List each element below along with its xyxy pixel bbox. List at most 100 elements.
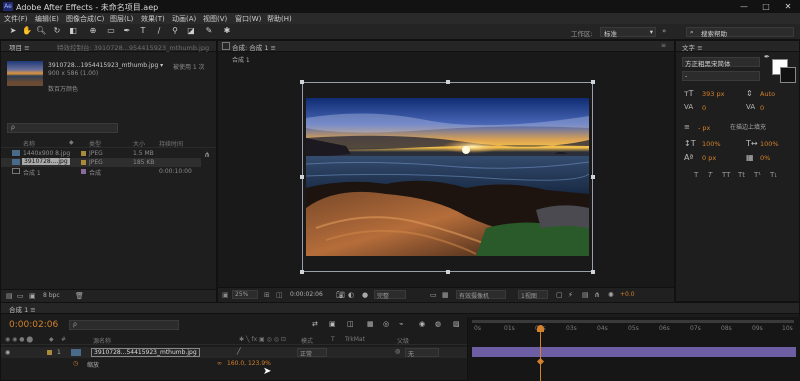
new-folder-icon[interactable]: ▭ (17, 292, 24, 300)
auto-keyframe-icon[interactable]: ◍ (435, 320, 441, 328)
panel-menu-icon[interactable]: ≡ (661, 42, 666, 49)
col-mode[interactable]: 模式 (301, 336, 313, 345)
small-caps-icon[interactable]: Tt (738, 171, 745, 179)
col-duration[interactable]: 持续时间 (159, 139, 183, 148)
subscript-icon[interactable]: T₁ (770, 171, 777, 179)
tsume-value[interactable]: 0% (760, 154, 770, 162)
col-trkmat[interactable]: TrkMat (345, 336, 365, 343)
pen-tool-icon[interactable]: ✒ (122, 26, 132, 36)
label-tag-icon[interactable]: ◆ (69, 139, 74, 146)
pan-behind-tool-icon[interactable]: ⊕ (88, 26, 98, 36)
tab-timeline-comp[interactable]: 合成 1 ≡ (9, 304, 36, 314)
transform-handle[interactable] (300, 270, 304, 274)
pickwhip-icon[interactable]: ◎ (395, 348, 400, 355)
clone-tool-icon[interactable]: ⚲ (170, 26, 180, 36)
project-item[interactable]: 1440x900 8.jpg JPEG 1.5 MB (1, 149, 201, 158)
menu-edit[interactable]: 编辑(E) (35, 14, 59, 24)
current-time-indicator[interactable] (540, 325, 541, 381)
hide-shy-layers-icon[interactable]: ◫ (347, 320, 354, 328)
kerning-value[interactable]: 0 (702, 104, 706, 112)
transform-handle[interactable] (591, 175, 595, 179)
toggle-pixel-aspect-icon[interactable]: ▢ (556, 291, 563, 299)
graph-icon[interactable]: ▨ (453, 320, 460, 328)
mask-visibility-icon[interactable]: ◫ (276, 291, 283, 299)
exposure-reset-icon[interactable]: ✺ (608, 291, 614, 299)
transform-handle[interactable] (591, 80, 595, 84)
composition-breadcrumb[interactable]: 合成 1 (232, 55, 250, 64)
workspace-select[interactable]: 标准 ▾ (600, 27, 656, 38)
fast-previews-icon[interactable]: ⚡ (568, 291, 573, 299)
constrain-proportions-icon[interactable]: ∞ (217, 360, 222, 367)
transform-handle[interactable] (591, 270, 595, 274)
col-source-name[interactable]: 源名称 (93, 336, 111, 345)
leading-value[interactable]: Auto (760, 90, 775, 98)
timeline-graph-area[interactable]: 0s 01s 02s 03s 04s 05s 06s 07s 08s 09s 1… (467, 317, 800, 381)
keyframe-icon[interactable] (536, 357, 545, 366)
faux-bold-icon[interactable]: T (694, 171, 698, 179)
viewer-timecode[interactable]: 0:00:02:06 (290, 291, 323, 298)
flowchart-icon[interactable]: ⋔ (204, 151, 210, 159)
menu-window[interactable]: 窗口(W) (235, 14, 261, 24)
selection-tool-icon[interactable]: ➤ (8, 26, 18, 36)
bit-depth[interactable]: 8 bpc (43, 292, 60, 299)
superscript-icon[interactable]: T¹ (754, 171, 761, 179)
eraser-tool-icon[interactable]: ◪ (186, 26, 196, 36)
faux-italic-icon[interactable]: T (708, 171, 712, 179)
graph-editor-icon[interactable]: ⌁ (399, 320, 403, 328)
menu-layer[interactable]: 图层(L) (110, 14, 133, 24)
timeline-timecode[interactable]: 0:00:02:06 (9, 320, 58, 330)
camera-select[interactable]: 有效摄像机 (456, 290, 506, 300)
stroke-mode-select[interactable]: 在描边上填充 (728, 122, 794, 132)
stopwatch-icon[interactable]: ◷ (73, 360, 78, 367)
minimize-button[interactable]: — (733, 0, 755, 13)
views-select[interactable]: 1视图 (518, 290, 548, 300)
help-search-input[interactable]: ⌕ 搜索帮助 (686, 27, 794, 38)
expand-icon[interactable]: » (662, 27, 670, 35)
horizontal-scale-value[interactable]: 100% (760, 140, 779, 148)
transform-handle[interactable] (446, 270, 450, 274)
timeline-search-input[interactable]: ρ (69, 320, 179, 330)
quality-switch-icon[interactable]: ╱ (237, 348, 241, 355)
rotate-tool-icon[interactable]: ↻ (52, 26, 62, 36)
motion-blur-icon[interactable]: ◎ (383, 320, 389, 328)
font-size-value[interactable]: 393 px (702, 90, 724, 98)
menu-composition[interactable]: 图像合成(C) (66, 14, 104, 24)
project-item[interactable]: 3910728....jpg JPEG 185 KB (1, 158, 201, 167)
comp-mini-flowchart-icon[interactable]: ⇄ (312, 320, 318, 328)
maximize-button[interactable]: □ (755, 0, 777, 13)
camera-tool-icon[interactable]: ◧ (68, 26, 78, 36)
tab-effect-controls[interactable]: 特效控制台: 3910728...954415923_mthumb.jpg (57, 42, 212, 52)
col-size[interactable]: 大小 (133, 139, 145, 148)
work-area-bar[interactable] (472, 320, 794, 323)
delete-icon[interactable]: 🗑︎ (75, 292, 84, 300)
menu-animation[interactable]: 动画(A) (172, 14, 196, 24)
transform-handle[interactable] (300, 80, 304, 84)
region-of-interest-icon[interactable]: ▭ (430, 291, 437, 299)
label-color-icon[interactable] (47, 350, 52, 355)
transparency-grid-icon[interactable]: ▦ (442, 291, 449, 299)
blend-mode-select[interactable]: 正常 (297, 348, 327, 358)
menu-file[interactable]: 文件(F) (4, 14, 28, 24)
time-ruler[interactable]: 0s 01s 02s 03s 04s 05s 06s 07s 08s 09s 1… (472, 325, 794, 335)
brush-tool-icon[interactable]: ∕ (154, 26, 164, 36)
transform-handle[interactable] (446, 80, 450, 84)
safe-zones-icon[interactable]: ⊞ (264, 291, 270, 299)
visibility-eye-icon[interactable]: ◉ (5, 349, 10, 356)
brainstorm-icon[interactable]: ◉ (419, 320, 425, 328)
zoom-select[interactable]: 25% (232, 290, 258, 299)
transform-handle[interactable] (300, 175, 304, 179)
roto-brush-tool-icon[interactable]: ✎ (204, 26, 214, 36)
type-tool-icon[interactable]: T (138, 26, 148, 36)
eyedropper-icon[interactable]: ✒ (764, 54, 770, 61)
timeline-icon[interactable]: ▤ (582, 291, 589, 299)
tab-character[interactable]: 文字 ≡ (682, 42, 703, 52)
font-family-select[interactable]: 方正粗黑宋简体 (682, 57, 760, 68)
layer-duration-bar[interactable] (472, 347, 796, 357)
menu-help[interactable]: 帮助(H) (267, 14, 292, 24)
hand-tool-icon[interactable]: ✋ (22, 26, 32, 36)
rectangle-tool-icon[interactable]: ▭ (106, 26, 116, 36)
flowchart-icon[interactable]: ⋔ (594, 291, 600, 299)
exposure-value[interactable]: +0.0 (620, 291, 635, 298)
show-snapshot-icon[interactable]: ◐ (348, 291, 354, 299)
stroke-width-value[interactable]: - px (698, 124, 710, 132)
